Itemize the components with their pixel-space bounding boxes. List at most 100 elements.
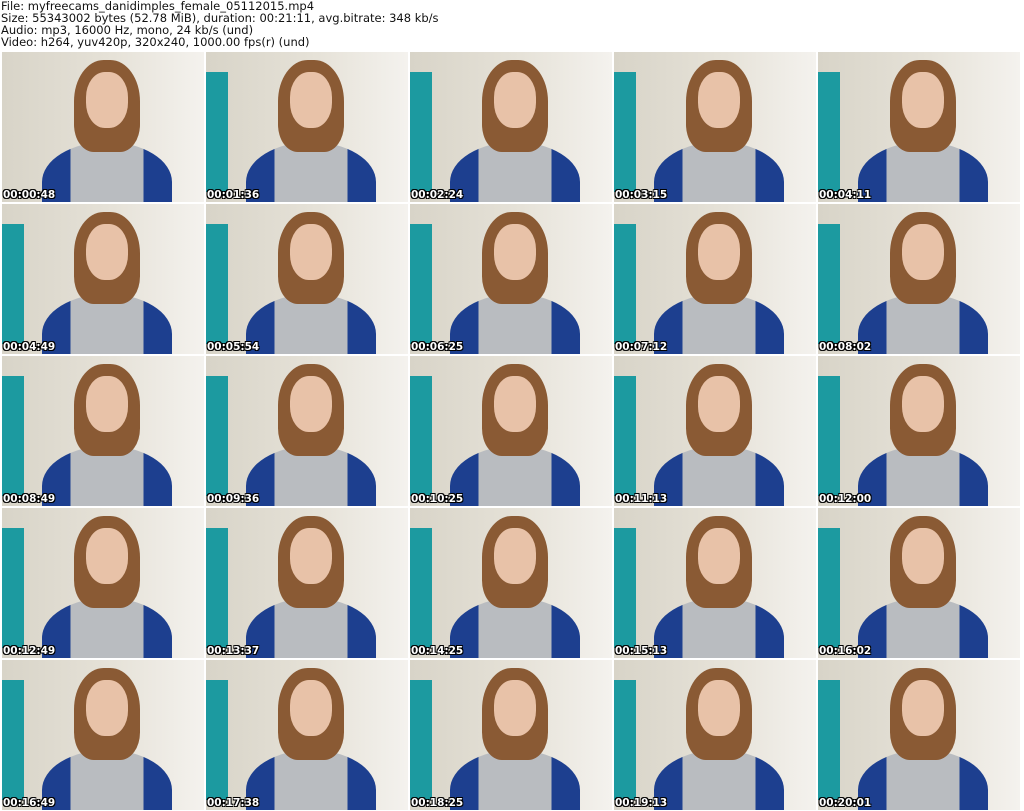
thumbnail-subject-face [902,72,944,128]
thumbnail-subject-face [698,680,740,736]
video-thumbnail: 00:16:49 [2,660,204,810]
video-thumbnail: 00:06:25 [410,204,612,354]
thumbnail-background [206,72,228,192]
thumbnail-timestamp: 00:06:25 [411,341,464,353]
thumbnail-background [614,224,636,344]
thumbnail-background [818,376,840,496]
thumbnail-subject-face [86,224,128,280]
thumbnail-subject-face [494,528,536,584]
thumbnail-subject-face [494,72,536,128]
video-thumbnail: 00:14:25 [410,508,612,658]
thumbnail-background [2,224,24,344]
thumbnail-timestamp: 00:04:11 [819,189,872,201]
thumbnail-timestamp: 00:05:54 [207,341,260,353]
thumbnail-background [410,72,432,192]
thumbnail-timestamp: 00:12:00 [819,493,872,505]
thumbnail-subject-face [902,680,944,736]
thumbnail-background [206,680,228,800]
thumbnail-background [818,680,840,800]
video-thumbnail: 00:03:15 [614,52,816,202]
video-thumbnail: 00:07:12 [614,204,816,354]
video-thumbnail: 00:04:49 [2,204,204,354]
thumbnail-timestamp: 00:03:15 [615,189,668,201]
video-thumbnail: 00:11:13 [614,356,816,506]
video-thumbnail: 00:13:37 [206,508,408,658]
thumbnail-background [410,224,432,344]
thumbnail-subject-face [86,528,128,584]
video-thumbnail: 00:08:02 [818,204,1020,354]
thumbnail-subject-face [86,72,128,128]
thumbnail-subject-face [902,528,944,584]
video-thumbnail: 00:20:01 [818,660,1020,810]
thumbnail-background [410,528,432,648]
thumbnail-subject-face [290,680,332,736]
thumbnail-grid: 00:00:48 00:01:36 00:02:24 00:03:15 00:04:11… [2,52,1020,810]
video-thumbnail: 00:17:38 [206,660,408,810]
video-thumbnail: 00:15:13 [614,508,816,658]
thumbnail-subject-face [698,528,740,584]
video-thumbnail: 00:18:25 [410,660,612,810]
thumbnail-subject-face [698,72,740,128]
video-thumbnail: 00:16:02 [818,508,1020,658]
thumbnail-background [2,376,24,496]
video-thumbnail: 00:19:13 [614,660,816,810]
thumbnail-timestamp: 00:02:24 [411,189,464,201]
thumbnail-timestamp: 00:08:49 [3,493,56,505]
thumbnail-subject-face [902,376,944,432]
thumbnail-subject-face [494,680,536,736]
thumbnail-timestamp: 00:15:13 [615,645,668,657]
thumbnail-subject-face [290,528,332,584]
thumbnail-subject-face [290,72,332,128]
thumbnail-background [614,528,636,648]
thumbnail-subject-face [698,224,740,280]
thumbnail-timestamp: 00:01:36 [207,189,260,201]
thumbnail-timestamp: 00:09:36 [207,493,260,505]
thumbnail-subject-face [86,680,128,736]
video-thumbnail: 00:02:24 [410,52,612,202]
thumbnail-subject-face [290,224,332,280]
video-thumbnail: 00:10:25 [410,356,612,506]
thumbnail-background [818,224,840,344]
thumbnail-background [206,224,228,344]
thumbnail-timestamp: 00:11:13 [615,493,668,505]
thumbnail-subject-face [698,376,740,432]
thumbnail-timestamp: 00:16:02 [819,645,872,657]
thumbnail-timestamp: 00:20:01 [819,797,872,809]
thumbnail-background [818,528,840,648]
thumbnail-background [410,376,432,496]
thumbnail-timestamp: 00:00:48 [3,189,56,201]
thumbnail-subject-face [494,224,536,280]
thumbnail-timestamp: 00:10:25 [411,493,464,505]
thumbnail-background [206,528,228,648]
thumbnail-timestamp: 00:08:02 [819,341,872,353]
thumbnail-subject-face [290,376,332,432]
video-thumbnail: 00:12:49 [2,508,204,658]
thumbnail-timestamp: 00:04:49 [3,341,56,353]
file-info-header: File: myfreecams_danidimples_female_0511… [1,0,439,48]
thumbnail-background [614,376,636,496]
thumbnail-timestamp: 00:19:13 [615,797,668,809]
video-info: Video: h264, yuv420p, 320x240, 1000.00 f… [1,35,310,49]
thumbnail-timestamp: 00:13:37 [207,645,260,657]
thumbnail-background [206,376,228,496]
thumbnail-timestamp: 00:14:25 [411,645,464,657]
thumbnail-subject-face [494,376,536,432]
thumbnail-subject-face [902,224,944,280]
thumbnail-background [818,72,840,192]
video-thumbnail: 00:04:11 [818,52,1020,202]
video-thumbnail: 00:05:54 [206,204,408,354]
video-thumbnail: 00:12:00 [818,356,1020,506]
thumbnail-background [410,680,432,800]
thumbnail-background [2,680,24,800]
video-thumbnail: 00:01:36 [206,52,408,202]
thumbnail-timestamp: 00:07:12 [615,341,668,353]
video-thumbnail: 00:08:49 [2,356,204,506]
thumbnail-background [614,680,636,800]
thumbnail-timestamp: 00:18:25 [411,797,464,809]
thumbnail-timestamp: 00:12:49 [3,645,56,657]
video-thumbnail: 00:00:48 [2,52,204,202]
thumbnail-timestamp: 00:17:38 [207,797,260,809]
thumbnail-timestamp: 00:16:49 [3,797,56,809]
thumbnail-background [614,72,636,192]
video-thumbnail: 00:09:36 [206,356,408,506]
